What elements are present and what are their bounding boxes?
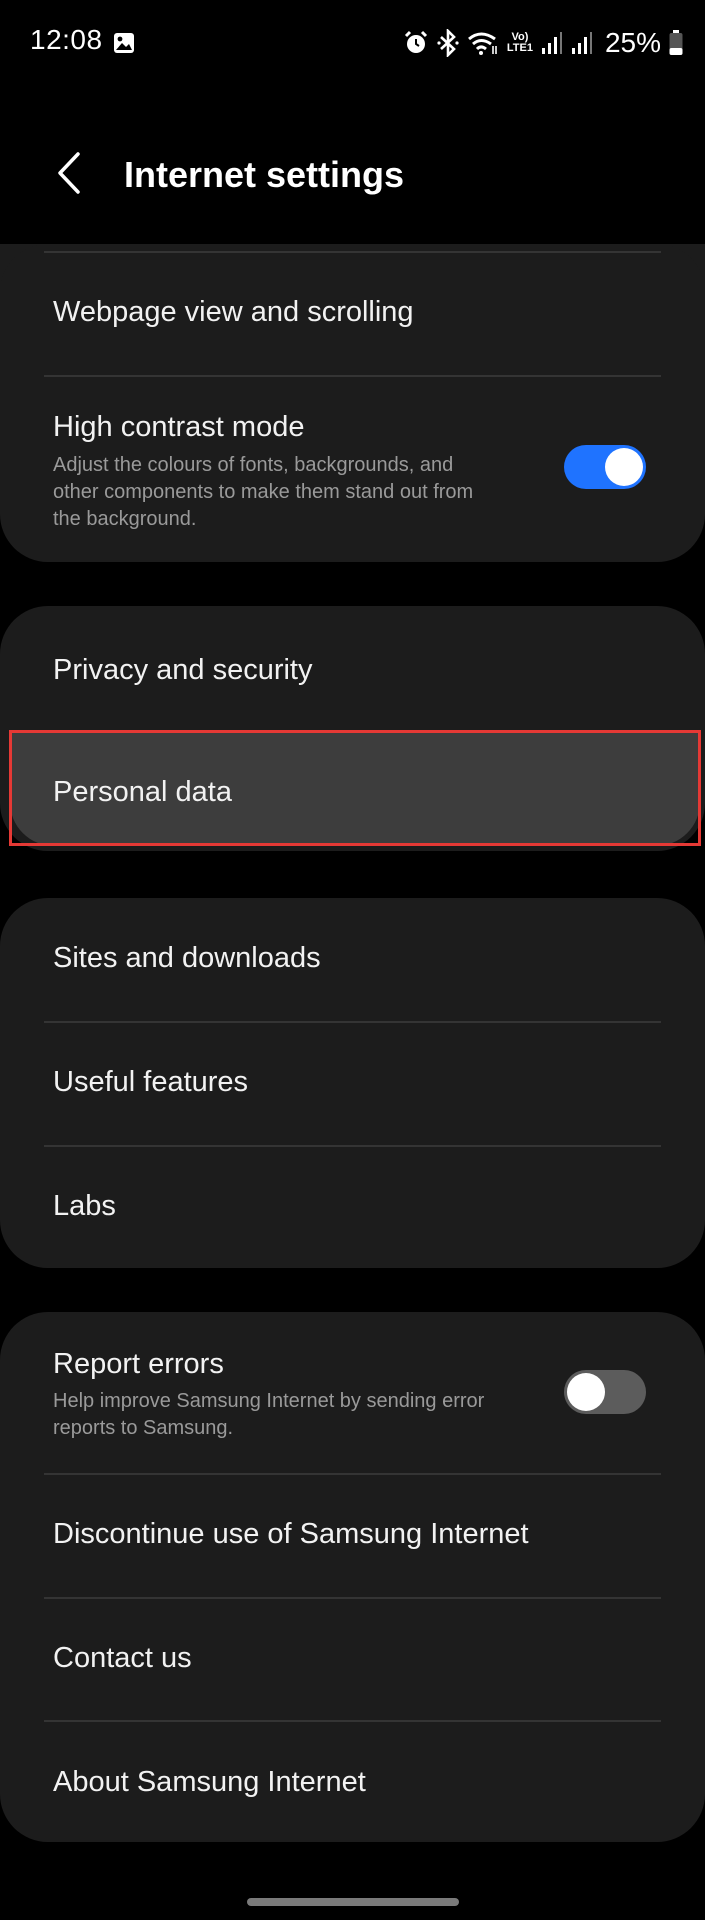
alarm-icon — [403, 30, 429, 56]
useful-features-label: Useful features — [53, 1066, 249, 1098]
privacy-security-item[interactable]: Privacy and security — [0, 606, 705, 730]
chevron-left-icon — [56, 151, 82, 200]
volte-icon: Vo) LTE1 — [506, 31, 533, 54]
labs-item[interactable]: Labs — [0, 1146, 705, 1268]
signal-icon-2 — [571, 31, 593, 55]
home-indicator[interactable] — [247, 1898, 459, 1906]
selection-annotation-frame — [9, 730, 701, 846]
discontinue-label: Discontinue use of Samsung Internet — [53, 1518, 529, 1550]
report-errors-toggle[interactable] — [564, 1370, 646, 1414]
battery-icon — [669, 30, 683, 56]
high-contrast-label: High contrast mode — [53, 411, 305, 443]
battery-percent: 25% — [604, 27, 661, 58]
report-errors-label: Report errors — [53, 1348, 224, 1380]
about-item[interactable]: About Samsung Internet — [0, 1722, 705, 1842]
toggle-knob — [605, 448, 643, 486]
toggle-knob — [567, 1373, 605, 1411]
high-contrast-description: Adjust the colours of fonts, backgrounds… — [53, 454, 474, 530]
high-contrast-toggle[interactable] — [564, 445, 646, 489]
back-button[interactable] — [44, 150, 94, 200]
status-bar: 12:08 Vo) LTE1 25% — [0, 0, 705, 88]
app-bar: Internet settings — [0, 130, 705, 220]
discontinue-item[interactable]: Discontinue use of Samsung Internet — [0, 1474, 705, 1598]
high-contrast-item[interactable]: High contrast mode Adjust the colours of… — [0, 377, 705, 562]
page-title: Internet settings — [124, 154, 405, 195]
report-errors-item[interactable]: Report errors Help improve Samsung Inter… — [0, 1312, 705, 1474]
webpage-view-item[interactable]: Webpage view and scrolling — [0, 252, 705, 376]
signal-icon — [541, 31, 563, 55]
report-errors-description: Help improve Samsung Internet by sending… — [53, 1390, 485, 1439]
wifi-icon — [467, 30, 499, 56]
about-label: About Samsung Internet — [53, 1766, 366, 1798]
webpage-view-label: Webpage view and scrolling — [53, 296, 414, 328]
labs-label: Labs — [53, 1190, 116, 1222]
contact-us-item[interactable]: Contact us — [0, 1598, 705, 1722]
gallery-icon — [113, 32, 135, 54]
status-icons: Vo) LTE1 25% — [403, 26, 683, 60]
sites-downloads-item[interactable]: Sites and downloads — [0, 898, 705, 1022]
status-time: 12:08 — [30, 24, 103, 55]
sites-downloads-label: Sites and downloads — [53, 942, 321, 974]
contact-us-label: Contact us — [53, 1642, 192, 1674]
privacy-security-label: Privacy and security — [53, 654, 313, 686]
useful-features-item[interactable]: Useful features — [0, 1022, 705, 1146]
bluetooth-icon — [437, 29, 459, 57]
